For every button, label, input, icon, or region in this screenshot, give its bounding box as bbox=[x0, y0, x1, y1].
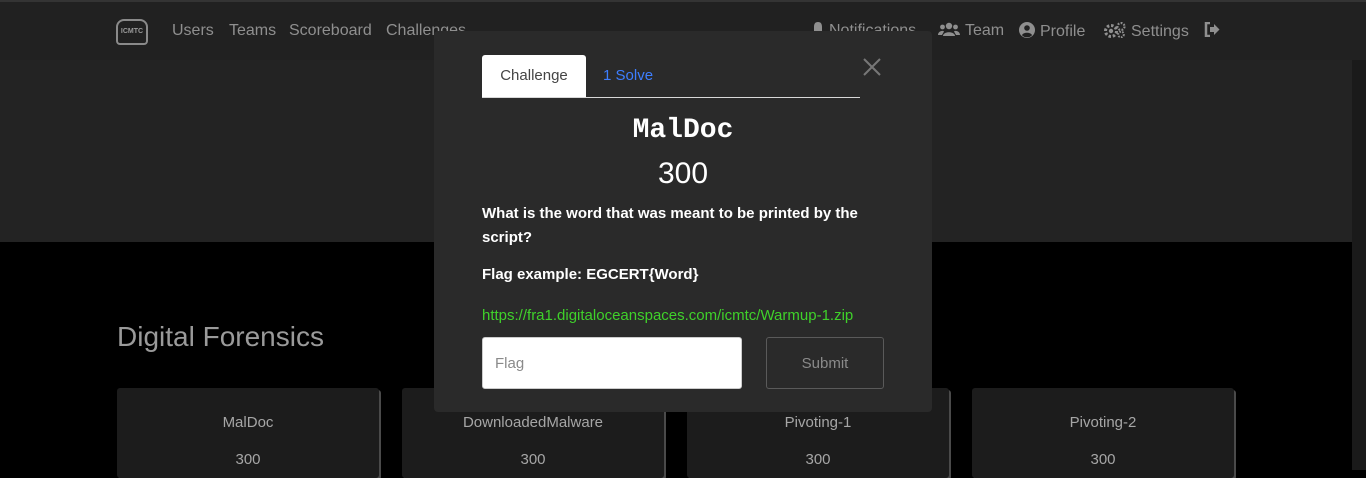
nav-settings-label: Settings bbox=[1131, 23, 1189, 40]
logo[interactable]: ICMTC bbox=[116, 19, 148, 45]
challenge-card-name: Pivoting-1 bbox=[784, 414, 852, 431]
cogs-icon bbox=[1104, 22, 1126, 38]
challenge-value: 300 bbox=[657, 157, 709, 190]
nav-scoreboard[interactable]: Scoreboard bbox=[289, 22, 372, 40]
challenge-file-link[interactable]: https://fra1.digitaloceanspaces.com/icmt… bbox=[482, 307, 853, 324]
challenge-description: What is the word that was meant to be pr… bbox=[482, 205, 858, 246]
nav-profile[interactable]: Profile bbox=[1019, 22, 1085, 41]
modal-tabs: Challenge 1 Solve bbox=[482, 55, 860, 98]
tab-solves[interactable]: 1 Solve bbox=[603, 55, 653, 97]
challenge-card-value: 300 bbox=[805, 451, 831, 468]
challenge-modal: Challenge 1 Solve MalDoc 300 What is the… bbox=[434, 31, 932, 412]
user-circle-icon bbox=[1019, 22, 1035, 38]
nav-team-label: Team bbox=[965, 22, 1005, 39]
category-title: Digital Forensics bbox=[117, 321, 324, 352]
challenge-card-name: Pivoting-2 bbox=[1069, 414, 1137, 431]
challenge-card-name: DownloadedMalware bbox=[462, 414, 604, 431]
nav-users[interactable]: Users bbox=[172, 22, 214, 40]
users-icon bbox=[938, 22, 960, 36]
scrollbar[interactable] bbox=[1352, 60, 1366, 470]
flag-input[interactable] bbox=[482, 337, 742, 389]
nav-team[interactable]: Team bbox=[938, 22, 1004, 40]
challenge-card-value: 300 bbox=[520, 451, 546, 468]
nav-settings[interactable]: Settings bbox=[1104, 22, 1189, 41]
challenge-card[interactable]: Pivoting-2 300 bbox=[972, 388, 1234, 478]
tab-challenge[interactable]: Challenge bbox=[482, 55, 586, 97]
challenge-card-name: MalDoc bbox=[222, 414, 274, 431]
close-button[interactable] bbox=[862, 57, 882, 77]
challenge-card[interactable]: MalDoc 300 bbox=[117, 388, 379, 478]
logout-icon bbox=[1204, 21, 1220, 38]
submit-button[interactable]: Submit bbox=[766, 337, 884, 389]
challenge-card-value: 300 bbox=[1090, 451, 1116, 468]
flag-example: Flag example: EGCERT{Word} bbox=[482, 266, 699, 283]
nav-teams[interactable]: Teams bbox=[229, 22, 276, 40]
nav-profile-label: Profile bbox=[1040, 23, 1086, 40]
challenge-card-value: 300 bbox=[235, 451, 261, 468]
challenge-name: MalDoc bbox=[632, 115, 734, 146]
nav-logout[interactable] bbox=[1204, 21, 1220, 42]
close-icon bbox=[863, 58, 881, 76]
